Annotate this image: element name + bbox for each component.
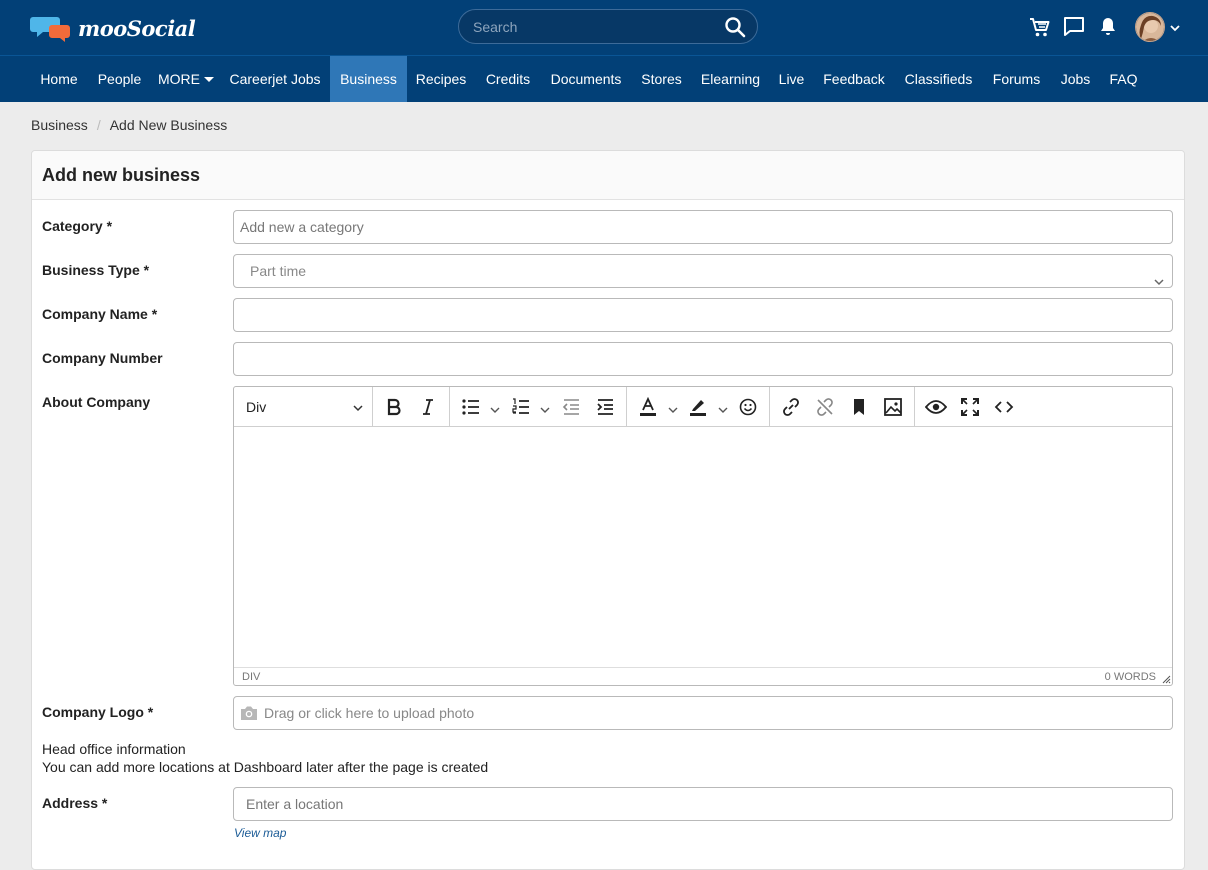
brand-logo[interactable]: mooSocial [30, 13, 196, 43]
chevron-down-icon[interactable] [1169, 21, 1181, 33]
chevron-down-icon[interactable] [490, 402, 500, 413]
nav-item-recipes[interactable]: Recipes [407, 56, 475, 102]
block-format-value: Div [246, 399, 267, 415]
head-office-note: You can add more locations at Dashboard … [42, 759, 489, 775]
nav-item-feedback[interactable]: Feedback [814, 56, 894, 102]
chevron-down-icon [353, 405, 363, 412]
address-label: Address * [42, 795, 108, 811]
company-name-input[interactable] [233, 298, 1173, 332]
business-type-label: Business Type * [42, 262, 150, 278]
numbered-list-icon[interactable] [509, 395, 533, 419]
editor-word-count: 0 WORDS [1104, 671, 1156, 683]
chevron-down-icon[interactable] [540, 402, 550, 413]
about-company-editor: Div DIV 0 WORDS [233, 386, 1173, 686]
editor-content-area[interactable] [234, 428, 1172, 668]
nav-item-more[interactable]: MORE [151, 56, 221, 102]
address-input[interactable] [233, 787, 1173, 821]
outdent-icon[interactable] [559, 395, 583, 419]
editor-toolbar: Div [234, 387, 1172, 427]
main-nav: Home People MORE Careerjet Jobs Business… [0, 56, 1208, 102]
business-type-select[interactable]: Part time [233, 254, 1173, 288]
breadcrumb-business-link[interactable]: Business [31, 117, 88, 133]
toolbar-divider [449, 387, 450, 427]
chevron-down-icon[interactable] [718, 402, 728, 413]
logo-upload-text: Drag or click here to upload photo [264, 705, 475, 721]
preview-eye-icon[interactable] [924, 395, 948, 419]
top-header: mooSocial [0, 0, 1208, 56]
fullscreen-icon[interactable] [958, 395, 982, 419]
logo-bubbles-icon [30, 13, 76, 43]
search-icon[interactable] [723, 15, 747, 39]
editor-element-path[interactable]: DIV [242, 671, 260, 683]
business-type-value: Part time [250, 263, 307, 279]
nav-more-label: MORE [158, 71, 200, 87]
nav-item-documents[interactable]: Documents [541, 56, 631, 102]
category-label: Category * [42, 218, 113, 234]
nav-item-people[interactable]: People [88, 56, 151, 102]
search-box [458, 9, 758, 44]
bullet-list-icon[interactable] [459, 395, 483, 419]
toolbar-divider [372, 387, 373, 427]
nav-item-faq[interactable]: FAQ [1101, 56, 1146, 102]
head-office-title: Head office information [42, 741, 186, 757]
toolbar-divider [769, 387, 770, 427]
breadcrumb: Business / Add New Business [31, 117, 227, 133]
bookmark-icon[interactable] [847, 395, 871, 419]
cart-icon[interactable] [1028, 15, 1052, 39]
nav-item-stores[interactable]: Stores [631, 56, 692, 102]
toolbar-divider [914, 387, 915, 427]
add-business-card: Add new business Category * Business Typ… [31, 150, 1185, 870]
nav-item-elearning[interactable]: Elearning [692, 56, 769, 102]
nav-item-business[interactable]: Business [330, 56, 407, 102]
nav-item-home[interactable]: Home [30, 56, 88, 102]
indent-icon[interactable] [593, 395, 617, 419]
highlight-color-icon[interactable] [686, 395, 710, 419]
bold-icon[interactable] [382, 395, 406, 419]
emoji-icon[interactable] [736, 395, 760, 419]
search-input[interactable] [473, 10, 713, 43]
editor-statusbar: DIV 0 WORDS [234, 667, 1172, 685]
resize-handle-icon[interactable] [1161, 674, 1171, 684]
unlink-icon[interactable] [813, 395, 837, 419]
block-format-select[interactable]: Div [246, 399, 364, 417]
breadcrumb-current: Add New Business [109, 117, 228, 133]
source-code-icon[interactable] [992, 395, 1016, 419]
bell-icon[interactable] [1096, 15, 1120, 39]
link-icon[interactable] [779, 395, 803, 419]
breadcrumb-separator: / [96, 117, 101, 133]
company-name-label: Company Name * [42, 306, 158, 322]
company-number-label: Company Number [42, 350, 163, 366]
logo-upload-dropzone[interactable]: Drag or click here to upload photo [233, 696, 1173, 730]
nav-item-credits[interactable]: Credits [475, 56, 541, 102]
view-map-link[interactable]: View map [234, 826, 286, 840]
brand-name: mooSocial [78, 15, 196, 41]
avatar[interactable] [1135, 12, 1165, 42]
nav-item-careerjet-jobs[interactable]: Careerjet Jobs [221, 56, 329, 102]
text-color-icon[interactable] [636, 395, 660, 419]
italic-icon[interactable] [416, 395, 440, 419]
nav-item-forums[interactable]: Forums [983, 56, 1050, 102]
nav-item-classifieds[interactable]: Classifieds [894, 56, 983, 102]
chat-icon[interactable] [1062, 15, 1086, 39]
page-title: Add new business [42, 165, 201, 185]
head-office-info: Head office information You can add more… [42, 740, 488, 776]
category-input[interactable] [233, 210, 1173, 244]
toolbar-divider [626, 387, 627, 427]
caret-down-icon [204, 77, 214, 82]
image-icon[interactable] [881, 395, 905, 419]
card-header: Add new business [32, 151, 1184, 200]
nav-item-live[interactable]: Live [769, 56, 814, 102]
chevron-down-icon[interactable] [668, 402, 678, 413]
about-company-label: About Company [42, 394, 151, 410]
company-logo-label: Company Logo * [42, 704, 154, 720]
chevron-down-icon [1154, 266, 1164, 286]
company-number-input[interactable] [233, 342, 1173, 376]
nav-item-jobs[interactable]: Jobs [1050, 56, 1101, 102]
camera-icon [240, 705, 258, 721]
